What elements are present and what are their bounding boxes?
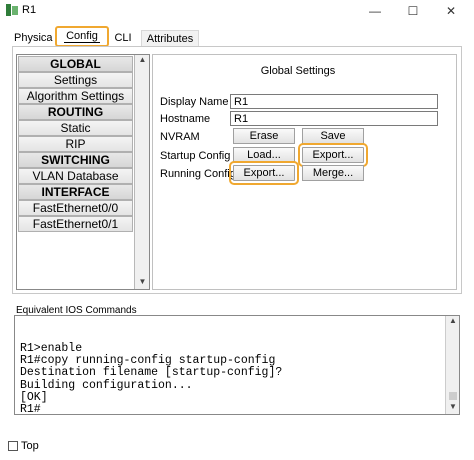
nvram-label: NVRAM	[160, 131, 200, 143]
scroll-up-icon[interactable]: ▲	[135, 55, 150, 67]
sidebar-item-algorithm-settings[interactable]: Algorithm Settings	[18, 88, 133, 104]
top-checkbox-label: Top	[21, 440, 39, 452]
tab-physical[interactable]: Physica	[14, 30, 58, 46]
hostname-input[interactable]	[230, 111, 438, 126]
display-name-label: Display Name	[160, 96, 229, 108]
running-export-button[interactable]: Export...	[229, 161, 299, 185]
sidebar-header-switching: SWITCHING	[18, 152, 133, 168]
global-settings-title: Global Settings	[260, 65, 336, 77]
sidebar-item-rip[interactable]: RIP	[18, 136, 133, 152]
global-settings-group: Global Settings Display Name Hostname NV…	[153, 55, 456, 205]
ios-console[interactable]: R1>enable R1#copy running-config startup…	[14, 315, 460, 415]
maximize-button[interactable]: ☐	[398, 0, 428, 22]
erase-button[interactable]: Erase	[233, 128, 295, 144]
tab-config-label: Config	[64, 30, 100, 43]
sidebar-item-vlan-database[interactable]: VLAN Database	[18, 168, 133, 184]
sidebar-nav: GLOBAL Settings Algorithm Settings ROUTI…	[16, 54, 150, 290]
sidebar-header-global: GLOBAL	[18, 56, 133, 72]
hostname-label: Hostname	[160, 113, 211, 125]
display-name-input[interactable]	[230, 94, 438, 109]
title-bar: R1 — ☐ ✕	[0, 0, 474, 22]
scroll-up-icon[interactable]: ▲	[446, 316, 459, 328]
running-merge-button[interactable]: Merge...	[302, 165, 364, 181]
tab-config[interactable]: Config	[55, 26, 109, 47]
minimize-button[interactable]: —	[360, 0, 390, 22]
console-scrollbar[interactable]: ▲ ▼	[445, 316, 459, 414]
ios-console-text: R1>enable R1#copy running-config startup…	[20, 342, 283, 415]
save-button[interactable]: Save	[302, 128, 364, 144]
tab-cli[interactable]: CLI	[112, 30, 134, 46]
tab-attributes[interactable]: Attributes	[141, 30, 199, 46]
global-settings-panel: Global Settings Display Name Hostname NV…	[152, 54, 457, 290]
startup-config-label: Startup Config	[160, 150, 231, 162]
window-title: R1	[22, 4, 37, 16]
startup-load-button[interactable]: Load...	[233, 147, 295, 163]
sidebar-item-fastethernet0-1[interactable]: FastEthernet0/1	[18, 216, 133, 232]
sidebar-item-static[interactable]: Static	[18, 120, 133, 136]
router-app-icon	[6, 4, 18, 16]
close-button[interactable]: ✕	[436, 0, 466, 22]
scroll-down-icon[interactable]: ▼	[446, 402, 459, 414]
startup-export-button[interactable]: Export...	[298, 143, 368, 167]
sidebar-item-settings[interactable]: Settings	[18, 72, 133, 88]
sidebar-header-routing: ROUTING	[18, 104, 133, 120]
top-checkbox[interactable]	[8, 441, 18, 451]
scroll-down-icon[interactable]: ▼	[135, 277, 150, 289]
sidebar-scrollbar[interactable]: ▲ ▼	[134, 55, 149, 289]
sidebar-header-interface: INTERFACE	[18, 184, 133, 200]
sidebar-item-fastethernet0-0[interactable]: FastEthernet0/0	[18, 200, 133, 216]
tab-strip: Physica Config CLI Attributes	[0, 26, 474, 47]
running-config-label: Running Config	[160, 168, 236, 180]
console-scroll-thumb[interactable]	[449, 392, 457, 400]
